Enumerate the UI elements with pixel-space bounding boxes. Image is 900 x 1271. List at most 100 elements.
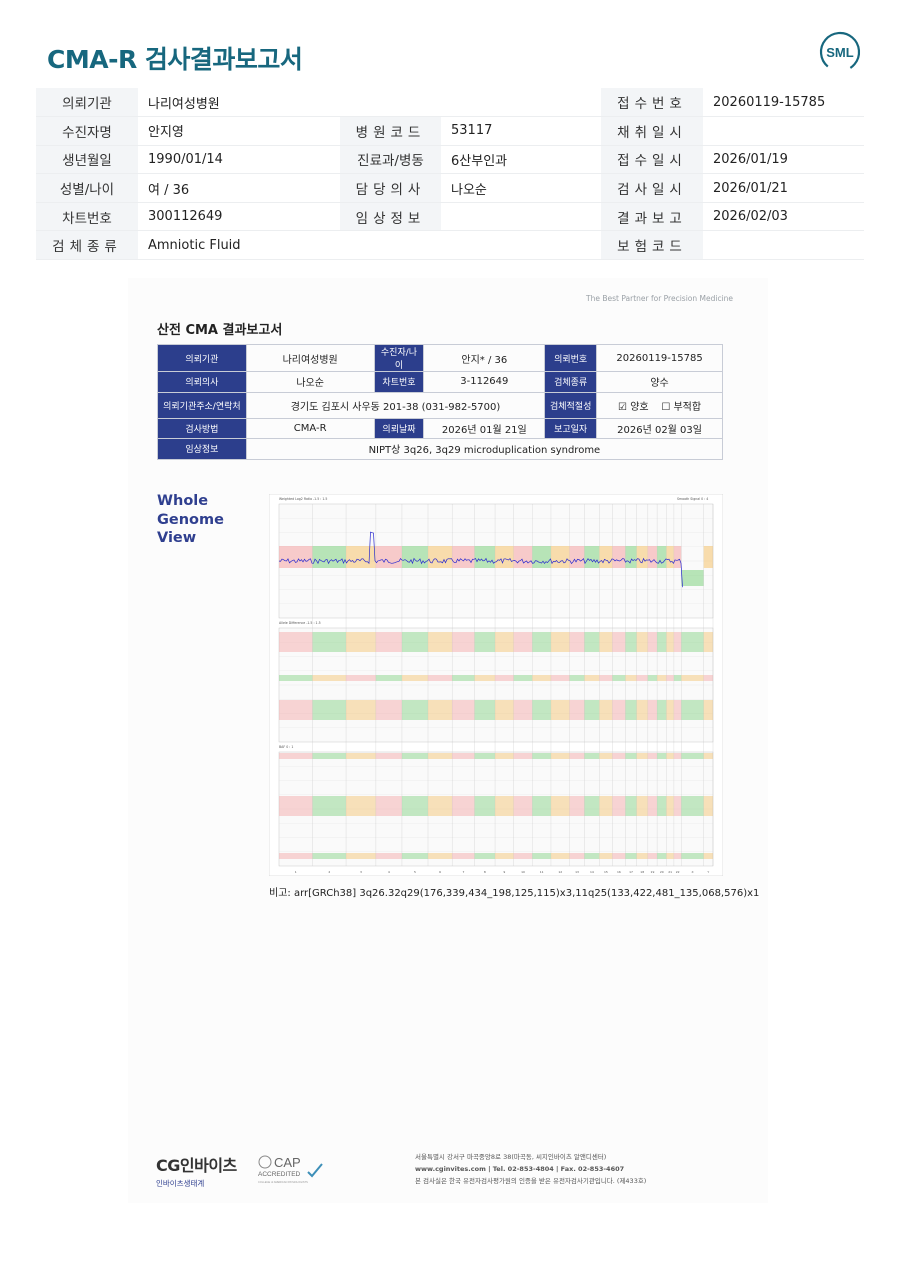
chromosome-label: 2 <box>328 870 330 874</box>
chromosome-label: 5 <box>414 870 416 874</box>
chromosome-band <box>657 796 667 816</box>
chromosome-band <box>625 753 637 759</box>
chromosome-band <box>647 700 658 720</box>
chromosome-band <box>279 632 313 652</box>
chromosome-band <box>673 853 682 859</box>
chromosome-band <box>703 796 713 816</box>
chromosome-band <box>474 632 496 652</box>
chromosome-band <box>550 700 570 720</box>
panel3-label: BAF 0 : 1 <box>279 745 293 749</box>
chromosome-band <box>612 632 626 652</box>
chromosome-band <box>513 546 533 568</box>
chromosome-band <box>673 546 682 568</box>
chromosome-band <box>625 700 637 720</box>
chromosome-band <box>532 700 551 720</box>
cap-accredited-logo: CAP ACCREDITED COLLEGE of AMERICAN PATHO… <box>258 1155 323 1184</box>
cma-header-cell: 의뢰의사 <box>157 371 247 393</box>
footer-line: www.cginvites.com | Tel. 02-853-4804 | F… <box>415 1165 625 1173</box>
chromosome-band <box>647 632 658 652</box>
chromosome-band <box>550 675 570 681</box>
chromosome-band <box>428 546 453 568</box>
cginvites-logo-text: CG인바이츠 <box>156 1156 237 1175</box>
chromosome-band <box>612 675 626 681</box>
chromosome-band <box>474 675 496 681</box>
chromosome-band <box>452 546 475 568</box>
info-value: 2026/01/19 <box>703 145 864 175</box>
info-value: 53117 <box>441 116 601 146</box>
cma-row: 의뢰기관 나리여성병원 수진자/나이 안지* / 36 의뢰번호 2026011… <box>157 344 723 372</box>
info-row: 생년월일 1990/01/14 진료과/병동 6산부인과 접수일시 2026/0… <box>36 145 864 175</box>
chromosome-band <box>550 753 570 759</box>
chromosome-band <box>636 796 648 816</box>
whole-genome-view-label: Whole Genome View <box>157 493 224 546</box>
chromosome-band <box>703 853 713 859</box>
chromosome-band <box>657 546 667 568</box>
chromosome-band <box>681 675 704 681</box>
cma-row: 의뢰의사 나오순 차트번호 3-112649 검체종류 양수 <box>157 371 723 393</box>
info-label: 성별/나이 <box>36 173 138 203</box>
chromosome-band <box>375 853 402 859</box>
chromosome-label: 8 <box>484 870 486 874</box>
info-value: 1990/01/14 <box>138 145 340 175</box>
chromosome-band <box>647 753 658 759</box>
cma-header-cell: 의뢰날짜 <box>373 417 425 440</box>
chromosome-band <box>636 753 648 759</box>
chromosome-band <box>279 753 313 759</box>
panel2-label: Allele Difference -1.5 : 1.5 <box>279 621 321 625</box>
chromosome-band <box>452 853 475 859</box>
chromosome-band <box>401 700 429 720</box>
cma-row: 임상정보 NIPT상 3q26, 3q29 microduplication s… <box>157 438 724 460</box>
chromosome-band <box>681 632 704 652</box>
chromosome-band <box>657 675 667 681</box>
chromosome-label: Y <box>707 870 709 874</box>
chromosome-band <box>673 632 682 652</box>
chromosome-band <box>599 632 613 652</box>
chromosome-band <box>636 700 648 720</box>
info-label: 진료과/병동 <box>340 145 441 175</box>
chromosome-band <box>401 632 429 652</box>
info-value: 나리여성병원 <box>138 88 340 118</box>
cma-header-cell: 의뢰기관 <box>157 344 247 372</box>
chromosome-band <box>279 796 313 816</box>
chromosome-band <box>513 675 533 681</box>
chromosome-band <box>681 796 704 816</box>
chromosome-band <box>312 753 347 759</box>
chromosome-band <box>312 546 347 568</box>
chromosome-band <box>666 796 674 816</box>
cma-header-cell: 의뢰번호 <box>544 344 598 372</box>
chromosome-band <box>346 796 376 816</box>
chromosome-label: 11 <box>540 870 544 874</box>
cma-value-cell: 3-112649 <box>423 371 546 393</box>
chromosome-band <box>647 675 658 681</box>
info-value <box>441 202 601 232</box>
chromosome-band <box>401 796 429 816</box>
chromosome-band <box>703 753 713 759</box>
info-value: Amniotic Fluid <box>138 230 340 261</box>
chromosome-band <box>625 632 637 652</box>
chromosome-band <box>346 700 376 720</box>
chromosome-band <box>532 546 551 568</box>
chromosome-band <box>666 853 674 859</box>
chromosome-band <box>312 700 347 720</box>
cma-value-cell: 경기도 김포시 사우동 201-38 (031-982-5700) <box>245 391 546 419</box>
chromosome-band <box>657 853 667 859</box>
patient-info-table: 의뢰기관 나리여성병원 접수번호 20260119-15785 수진자명 안지영… <box>36 88 864 261</box>
adequacy-bad-option: ☐ 부적합 <box>661 401 702 413</box>
chromosome-band <box>532 675 551 681</box>
chromosome-band <box>673 753 682 759</box>
info-label: 생년월일 <box>36 145 138 175</box>
chromosome-band <box>599 753 613 759</box>
chromosome-band <box>346 853 376 859</box>
checkmark-icon <box>307 1163 323 1178</box>
chromosome-label: 3 <box>360 870 362 874</box>
info-row: 검체종류 Amniotic Fluid 보험코드 <box>36 230 864 261</box>
cma-value-cell: 양수 <box>596 371 723 393</box>
chromosome-band <box>346 546 376 568</box>
adequacy-good-option: ☑ 양호 <box>618 401 649 413</box>
cginvites-logo-subtext: 인바이츠생태계 <box>156 1179 205 1188</box>
chromosome-label: 22 <box>676 870 680 874</box>
info-value: 20260119-15785 <box>703 88 864 118</box>
chromosome-band <box>474 700 496 720</box>
chromosome-band <box>375 753 402 759</box>
chromosome-band <box>495 675 514 681</box>
